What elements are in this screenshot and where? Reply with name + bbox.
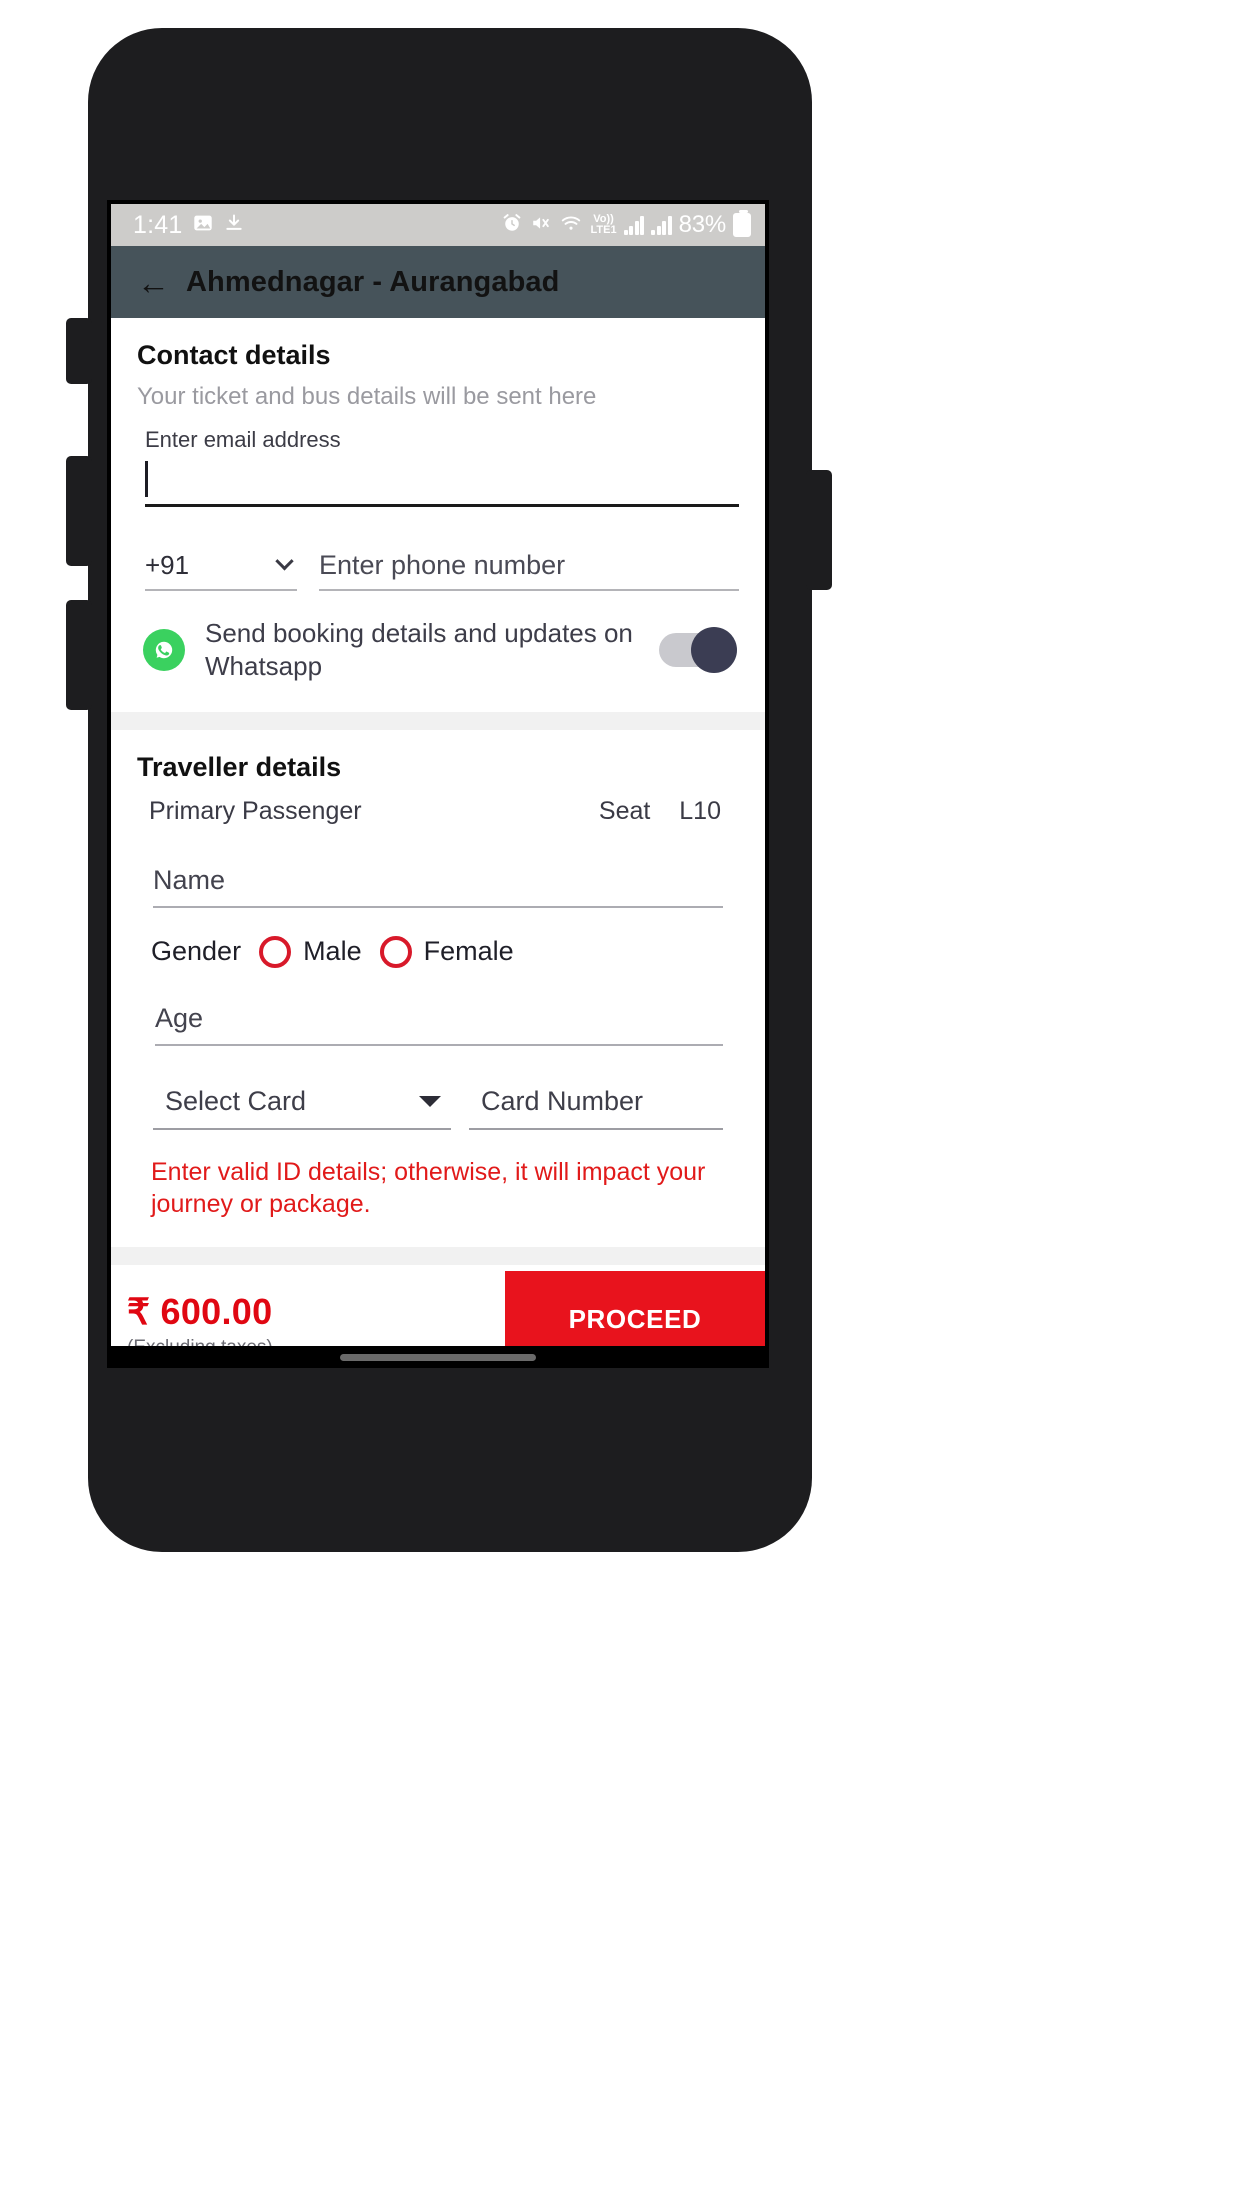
country-code-value: +91 (145, 549, 190, 580)
text-cursor (145, 460, 148, 497)
signal-bars-sim2 (651, 215, 672, 235)
email-label: Enter email address (145, 427, 341, 452)
whatsapp-opt-in-label: Send booking details and updates on What… (205, 618, 633, 682)
nav-gesture-bar[interactable] (111, 1346, 765, 1368)
gender-radio-male[interactable] (259, 935, 292, 968)
phone-side-button-mute[interactable] (66, 318, 92, 384)
gesture-pill (340, 1353, 536, 1361)
id-warning-text: Enter valid ID details; otherwise, it wi… (151, 1157, 706, 1219)
whatsapp-opt-in-row: Send booking details and updates on What… (137, 591, 739, 712)
page-title: Ahmednagar - Aurangabad (186, 265, 560, 298)
volte-indicator: Vo)) LTE1 (590, 213, 617, 236)
alarm-icon (501, 212, 523, 239)
id-card-row: Select Card Card Number (153, 1076, 723, 1130)
traveller-details-card: Traveller details Primary Passenger Seat… (111, 729, 765, 1221)
chevron-down-icon (275, 551, 294, 570)
contact-details-subtitle: Your ticket and bus details will be sent… (137, 383, 597, 410)
gender-option-female-label[interactable]: Female (424, 936, 514, 967)
country-code-select[interactable]: +91 (145, 541, 297, 591)
toggle-knob (691, 627, 737, 674)
passenger-label: Primary Passenger (149, 796, 362, 825)
passenger-summary-row: Primary Passenger Seat L10 (137, 783, 739, 826)
download-icon (224, 212, 244, 239)
whatsapp-icon (143, 629, 185, 672)
gender-option-male-label[interactable]: Male (303, 936, 362, 967)
email-input[interactable] (145, 453, 739, 507)
phone-screen: 1:41 Vo)) LTE1 83% ← Ahmednagar - Aurang… (107, 200, 769, 1368)
back-arrow-icon[interactable]: ← (137, 266, 170, 299)
status-bar-time: 1:41 (133, 210, 183, 239)
section-divider-2 (111, 1246, 765, 1265)
name-input[interactable]: Name (153, 856, 723, 908)
signal-bars-sim1 (623, 215, 645, 235)
card-number-input[interactable]: Card Number (469, 1076, 723, 1130)
traveller-details-heading: Traveller details (137, 751, 342, 782)
mute-icon (530, 212, 552, 239)
contact-details-card: Contact details Your ticket and bus deta… (111, 318, 765, 712)
dropdown-arrow-icon (419, 1096, 441, 1108)
status-bar: 1:41 Vo)) LTE1 83% (111, 204, 765, 246)
image-icon (192, 212, 214, 239)
phone-number-input[interactable]: Enter phone number (319, 541, 739, 591)
whatsapp-toggle[interactable] (659, 627, 737, 674)
age-input[interactable]: Age (155, 994, 723, 1046)
name-placeholder: Name (153, 865, 226, 896)
phone-side-button-volume-down[interactable] (66, 600, 92, 710)
phone-number-placeholder: Enter phone number (319, 549, 566, 580)
seat-info: Seat L10 (599, 797, 739, 826)
gender-label: Gender (151, 936, 242, 967)
gender-row: Gender Male Female (137, 908, 739, 968)
contact-details-heading: Contact details (137, 340, 331, 370)
screenshot-stage: 1:41 Vo)) LTE1 83% ← Ahmednagar - Aurang… (0, 0, 1242, 2208)
wifi-icon (559, 212, 583, 239)
scroll-content: Contact details Your ticket and bus deta… (111, 318, 765, 1368)
seat-label: Seat (598, 796, 651, 825)
total-price: ₹ 600.00 (127, 1290, 273, 1332)
card-number-placeholder: Card Number (481, 1086, 644, 1117)
phone-side-button-power[interactable] (806, 470, 832, 590)
select-card-placeholder: Select Card (165, 1086, 307, 1117)
gender-radio-female[interactable] (379, 935, 412, 968)
phone-side-button-volume-up[interactable] (66, 456, 92, 566)
phone-row: +91 Enter phone number (137, 541, 739, 591)
select-card-dropdown[interactable]: Select Card (153, 1076, 451, 1130)
seat-value: L10 (679, 796, 721, 825)
section-divider (111, 711, 765, 730)
battery-icon (733, 210, 751, 237)
age-placeholder: Age (155, 1003, 204, 1034)
battery-percent: 83% (678, 211, 727, 238)
app-bar: ← Ahmednagar - Aurangabad (111, 246, 765, 318)
